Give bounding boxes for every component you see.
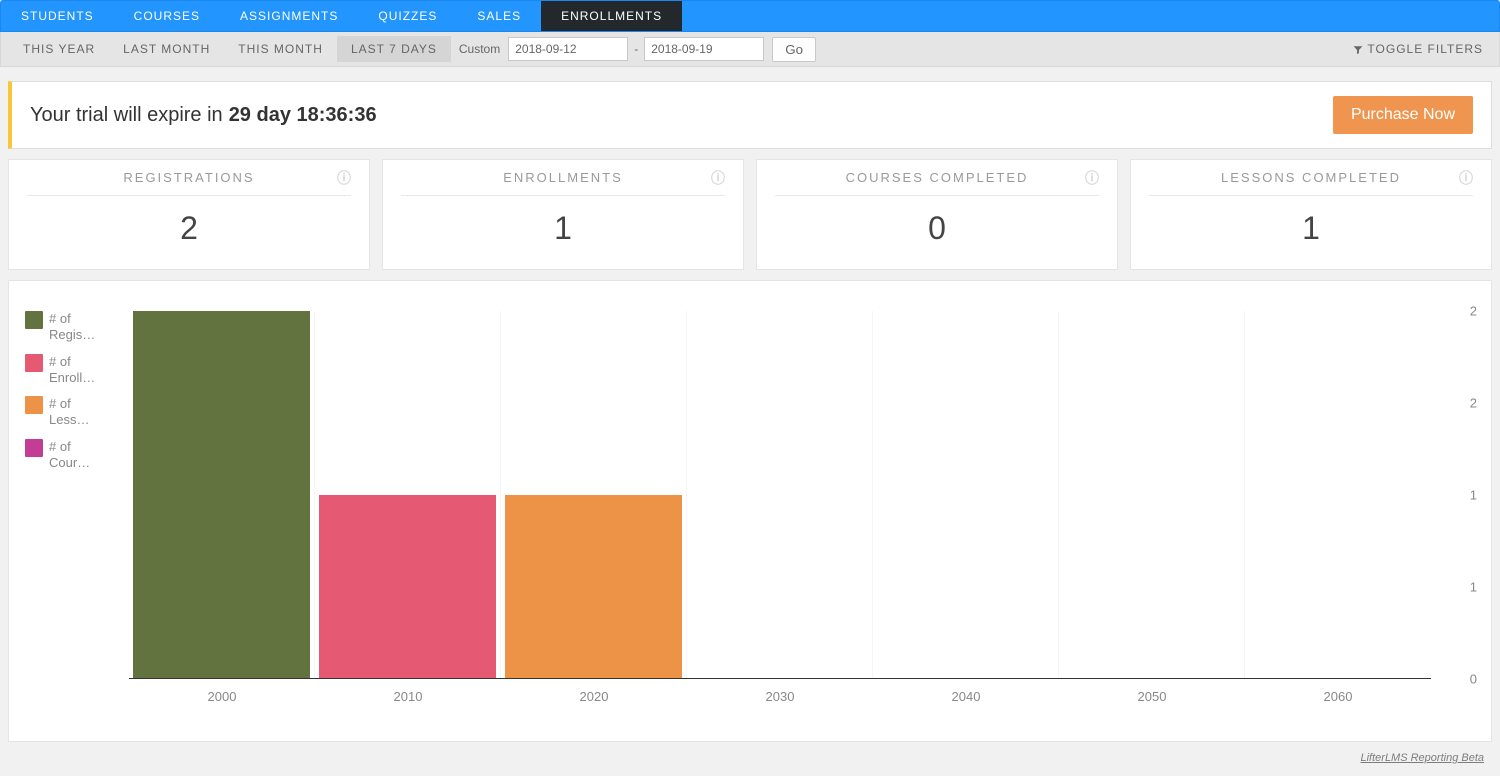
x-tick: 2020 [501, 683, 687, 711]
chart-slot [1245, 311, 1431, 678]
trial-countdown: 29 day 18:36:36 [223, 104, 377, 127]
chart-slot [315, 311, 501, 678]
info-icon[interactable]: ⓘ [1459, 168, 1473, 188]
footer-beta-link[interactable]: LifterLMS Reporting Beta [0, 742, 1500, 776]
trial-banner: Your trial will expire in 29 day 18:36:3… [8, 81, 1492, 149]
toggle-filters-button[interactable]: TOGGLE FILTERS [1353, 42, 1491, 56]
go-button[interactable]: Go [772, 37, 816, 62]
chart-bar[interactable] [319, 495, 496, 679]
tab-enrollments[interactable]: ENROLLMENTS [541, 1, 682, 31]
stats-row: REGISTRATIONS ⓘ 2 ENROLLMENTS ⓘ 1 COURSE… [8, 159, 1492, 270]
x-tick: 2030 [687, 683, 873, 711]
stat-title: LESSONS COMPLETED [1221, 170, 1401, 185]
range-last-month[interactable]: LAST MONTH [109, 36, 224, 62]
tab-sales[interactable]: SALES [457, 1, 541, 31]
trial-prefix: Your trial will expire in [30, 104, 223, 127]
tab-quizzes[interactable]: QUIZZES [358, 1, 457, 31]
x-axis: 2000201020202030204020502060 [129, 683, 1431, 711]
tab-assignments[interactable]: ASSIGNMENTS [220, 1, 358, 31]
legend-item-registrations[interactable]: # of Regis… [25, 311, 129, 344]
legend-swatch [25, 311, 43, 329]
stat-title: REGISTRATIONS [123, 170, 254, 185]
info-icon[interactable]: ⓘ [337, 168, 351, 188]
y-tick: 1 [1470, 580, 1477, 595]
stat-value: 1 [1149, 210, 1473, 247]
chart-bar[interactable] [133, 311, 310, 678]
legend-label: # of Enroll… [49, 354, 95, 387]
stat-title: ENROLLMENTS [503, 170, 623, 185]
x-tick: 2040 [873, 683, 1059, 711]
legend-swatch [25, 354, 43, 372]
stat-value: 2 [27, 210, 351, 247]
legend-swatch [25, 439, 43, 457]
y-tick: 1 [1470, 488, 1477, 503]
chart-bar[interactable] [505, 495, 682, 679]
y-tick: 0 [1470, 672, 1477, 687]
y-tick: 2 [1470, 304, 1477, 319]
legend-item-courses[interactable]: # of Cour… [25, 439, 129, 472]
chart-panel: # of Regis… # of Enroll… # of Less… # of… [8, 280, 1492, 742]
tab-students[interactable]: STUDENTS [1, 1, 114, 31]
stat-value: 0 [775, 210, 1099, 247]
chart-slot [501, 311, 687, 678]
stat-title: COURSES COMPLETED [846, 170, 1029, 185]
date-from-input[interactable] [508, 37, 628, 61]
legend-label: # of Regis… [49, 311, 95, 344]
date-to-input[interactable] [644, 37, 764, 61]
bars-container [129, 311, 1431, 678]
legend-label: # of Cour… [49, 439, 90, 472]
chart-slot [687, 311, 873, 678]
report-nav: STUDENTS COURSES ASSIGNMENTS QUIZZES SAL… [0, 0, 1500, 32]
legend-item-lessons[interactable]: # of Less… [25, 396, 129, 429]
toggle-filters-label: TOGGLE FILTERS [1367, 42, 1483, 56]
plot-area [129, 311, 1431, 679]
chart-slot [1059, 311, 1245, 678]
x-tick: 2050 [1059, 683, 1245, 711]
stat-value: 1 [401, 210, 725, 247]
info-icon[interactable]: ⓘ [711, 168, 725, 188]
legend-swatch [25, 396, 43, 414]
x-tick: 2060 [1245, 683, 1431, 711]
custom-label: Custom [451, 36, 508, 62]
stat-enrollments: ENROLLMENTS ⓘ 1 [382, 159, 744, 270]
stat-lessons-completed: LESSONS COMPLETED ⓘ 1 [1130, 159, 1492, 270]
funnel-icon [1353, 44, 1363, 54]
legend-item-enrollments[interactable]: # of Enroll… [25, 354, 129, 387]
chart-slot [129, 311, 315, 678]
legend-label: # of Less… [49, 396, 89, 429]
stat-courses-completed: COURSES COMPLETED ⓘ 0 [756, 159, 1118, 270]
range-this-month[interactable]: THIS MONTH [224, 36, 337, 62]
y-axis: 22110 [1435, 311, 1481, 679]
range-last-7-days[interactable]: LAST 7 DAYS [337, 36, 451, 62]
y-tick: 2 [1470, 396, 1477, 411]
chart-slot [873, 311, 1059, 678]
x-tick: 2000 [129, 683, 315, 711]
chart-legend: # of Regis… # of Enroll… # of Less… # of… [19, 311, 129, 711]
x-tick: 2010 [315, 683, 501, 711]
report-subbar: THIS YEAR LAST MONTH THIS MONTH LAST 7 D… [0, 32, 1500, 67]
stat-registrations: REGISTRATIONS ⓘ 2 [8, 159, 370, 270]
info-icon[interactable]: ⓘ [1085, 168, 1099, 188]
purchase-now-button[interactable]: Purchase Now [1333, 96, 1473, 134]
chart-plot: 22110 2000201020202030204020502060 [129, 311, 1481, 711]
tab-courses[interactable]: COURSES [114, 1, 220, 31]
range-this-year[interactable]: THIS YEAR [9, 36, 109, 62]
date-range-separator: - [628, 42, 644, 56]
